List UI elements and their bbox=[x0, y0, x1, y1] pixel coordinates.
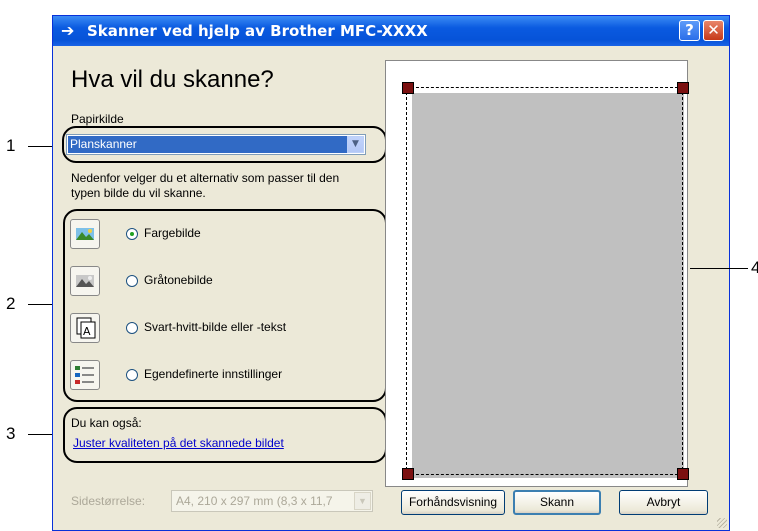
option-black-white-text-label: Svart-hvitt-bilde eller -tekst bbox=[144, 320, 287, 334]
black-white-text-icon: A bbox=[70, 313, 100, 343]
callout-4-line bbox=[690, 268, 748, 269]
svg-text:A: A bbox=[83, 325, 91, 338]
title-bar: ➔ Skanner ved hjelp av Brother MFC-XXXX … bbox=[53, 16, 729, 46]
resize-handle-bottom-right[interactable] bbox=[677, 468, 689, 480]
cancel-button[interactable]: Avbryt bbox=[619, 490, 708, 515]
radio-color-photo[interactable] bbox=[126, 228, 138, 240]
resize-grip[interactable] bbox=[717, 518, 727, 528]
scan-preview[interactable] bbox=[385, 60, 689, 487]
scanner-arrow-icon: ➔ bbox=[61, 21, 75, 40]
adjust-quality-link[interactable]: Juster kvaliteten på det skannede bildet bbox=[73, 436, 284, 450]
paper-source-label: Papirkilde bbox=[71, 112, 124, 126]
callout-1: 1 bbox=[6, 136, 16, 155]
callout-2: 2 bbox=[6, 294, 16, 313]
callout-1-frame bbox=[62, 126, 387, 163]
callout-3: 3 bbox=[6, 424, 16, 443]
resize-handle-top-left[interactable] bbox=[402, 82, 414, 94]
close-button[interactable]: ✕ bbox=[703, 20, 724, 41]
also-label: Du kan også: bbox=[71, 416, 142, 430]
radio-custom-settings[interactable] bbox=[126, 369, 138, 381]
page-size-value: A4, 210 x 297 mm (8,3 x 11,7 bbox=[176, 494, 333, 508]
selection-frame[interactable] bbox=[406, 87, 683, 475]
scanner-dialog: ➔ Skanner ved hjelp av Brother MFC-XXXX … bbox=[52, 15, 730, 531]
color-photo-icon bbox=[70, 219, 100, 249]
window-title: Skanner ved hjelp av Brother MFC-XXXX bbox=[87, 22, 428, 40]
option-color-photo-label: Fargebilde bbox=[144, 226, 201, 240]
page-size-label: Sidestørrelse: bbox=[71, 494, 146, 508]
grayscale-photo-icon bbox=[70, 266, 100, 296]
resize-handle-top-right[interactable] bbox=[677, 82, 689, 94]
preview-button[interactable]: Forhåndsvisning bbox=[401, 490, 505, 515]
chevron-down-icon[interactable]: ▼ bbox=[354, 492, 371, 510]
scan-button[interactable]: Skann bbox=[513, 490, 601, 515]
radio-black-white-text[interactable] bbox=[126, 322, 138, 334]
option-custom-settings-label: Egendefinerte innstillinger bbox=[144, 367, 283, 381]
instruction-line-2: typen bilde du vil skanne. bbox=[71, 186, 206, 200]
help-button[interactable]: ? bbox=[679, 20, 700, 41]
callout-4: 4 bbox=[751, 258, 758, 277]
radio-grayscale-photo[interactable] bbox=[126, 275, 138, 287]
page-heading: Hva vil du skanne? bbox=[71, 66, 274, 93]
resize-handle-bottom-left[interactable] bbox=[402, 468, 414, 480]
instruction-line-1: Nedenfor velger du et alternativ som pas… bbox=[71, 171, 340, 185]
custom-settings-icon bbox=[70, 360, 100, 390]
option-grayscale-photo-label: Gråtonebilde bbox=[144, 273, 213, 287]
page-size-select[interactable]: A4, 210 x 297 mm (8,3 x 11,7 ▼ bbox=[171, 490, 373, 512]
